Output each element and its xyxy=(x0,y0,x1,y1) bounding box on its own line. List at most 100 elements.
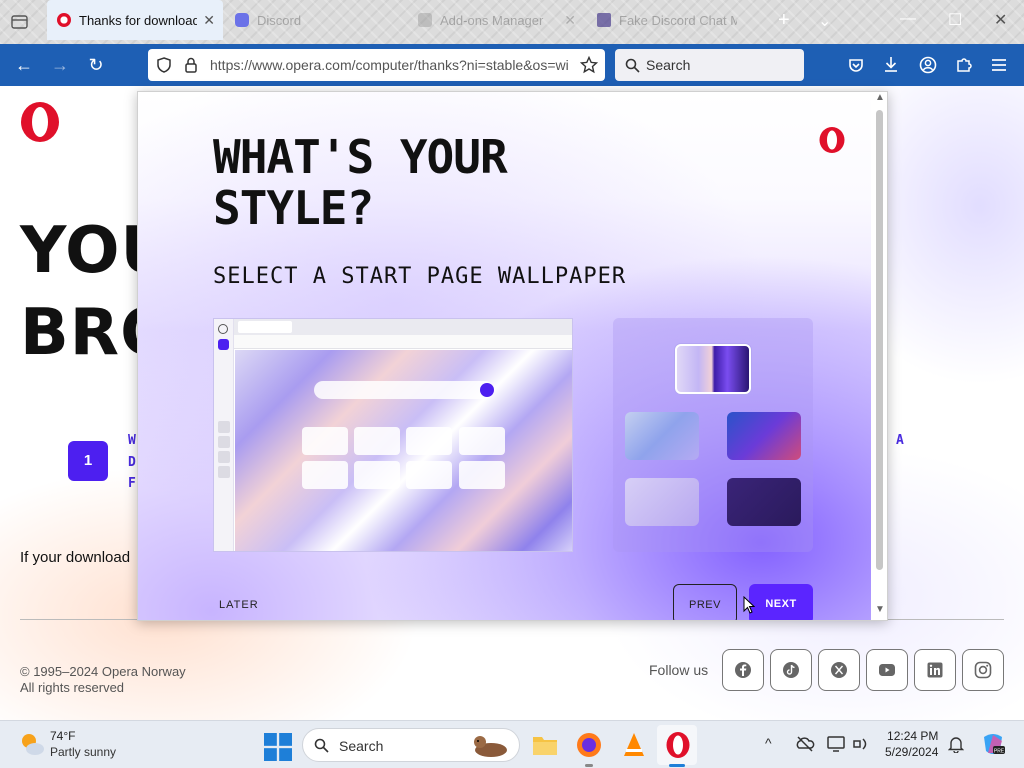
preview-search-dot xyxy=(480,383,494,397)
address-bar[interactable]: https://www.opera.com/computer/thanks?ni… xyxy=(148,49,605,81)
otter-search-highlight-icon xyxy=(474,736,507,757)
wallpaper-option-3[interactable] xyxy=(727,412,801,460)
tab-thanks[interactable]: Thanks for downloading ✕ xyxy=(47,0,223,40)
copyright: © 1995–2024 Opera Norway All rights rese… xyxy=(20,664,186,696)
new-tab-icon[interactable]: + xyxy=(778,9,790,32)
preview-sidebar-icon xyxy=(218,451,230,463)
facebook-icon[interactable] xyxy=(722,649,764,691)
opera-logo-icon[interactable] xyxy=(19,101,61,143)
taskbar-search-placeholder: Search xyxy=(339,738,384,754)
active-app-indicator xyxy=(669,764,685,767)
later-button[interactable]: LATER xyxy=(219,599,259,611)
copilot-icon[interactable]: PRE xyxy=(980,731,1006,757)
windows-taskbar: 74°F Partly sunny Search ^ 12:24 PM 5/29… xyxy=(0,720,1024,768)
clock-time: 12:24 PM xyxy=(887,729,939,743)
step-text: D xyxy=(128,455,136,470)
prev-button[interactable]: PREV xyxy=(673,584,737,620)
preview-addressbar xyxy=(234,335,572,349)
extensions-icon[interactable] xyxy=(955,56,972,73)
preview-speeddial xyxy=(406,461,452,489)
tab-title: Discord xyxy=(257,12,302,28)
lock-icon[interactable] xyxy=(184,56,198,74)
instagram-icon[interactable] xyxy=(962,649,1004,691)
weather-temp[interactable]: 74°F xyxy=(50,729,75,743)
preview-search xyxy=(314,381,494,399)
puzzle-favicon-icon xyxy=(418,13,432,27)
wallpaper-preview xyxy=(213,318,573,552)
wallpaper-option-1[interactable] xyxy=(675,344,751,394)
window-close-icon[interactable]: ✕ xyxy=(994,10,1007,30)
tab-title: Add-ons Manager xyxy=(440,12,544,28)
preview-sidebar-icon xyxy=(218,421,230,433)
youtube-icon[interactable] xyxy=(866,649,908,691)
scroll-up-icon[interactable]: ▲ xyxy=(875,92,885,103)
preview-speeddial xyxy=(302,427,348,455)
firefox-icon[interactable] xyxy=(575,731,603,759)
windows-start-icon[interactable] xyxy=(264,733,292,761)
onedrive-offline-icon[interactable] xyxy=(795,736,815,752)
tab-addons[interactable]: Add-ons Manager ✕ xyxy=(408,0,584,40)
reload-icon[interactable]: ↻ xyxy=(84,53,108,77)
forward-arrow-icon[interactable]: → xyxy=(48,53,72,77)
step-text: W xyxy=(128,433,136,448)
dialog-scrollbar[interactable]: ▲ ▼ xyxy=(871,92,887,620)
screen: Thanks for downloading ✕ Discord Add-ons… xyxy=(0,0,1024,768)
back-arrow-icon[interactable]: ← xyxy=(12,53,36,77)
browser-search-input[interactable]: Search xyxy=(615,49,804,81)
account-icon[interactable] xyxy=(919,56,937,74)
chevron-up-icon[interactable]: ^ xyxy=(765,735,772,751)
search-placeholder: Search xyxy=(646,57,691,73)
display-icon[interactable] xyxy=(827,736,845,752)
close-tab-icon[interactable]: ✕ xyxy=(203,12,215,29)
copyright-line2: All rights reserved xyxy=(20,680,125,695)
opera-icon[interactable] xyxy=(664,731,692,759)
url-text[interactable]: https://www.opera.com/computer/thanks?ni… xyxy=(210,57,570,73)
x-icon[interactable] xyxy=(818,649,860,691)
preview-sidebar-icon xyxy=(218,339,229,350)
preview-logo-icon xyxy=(218,324,228,334)
taskbar-search-input[interactable]: Search xyxy=(302,728,520,762)
network-volume-icon[interactable] xyxy=(853,736,871,752)
preview-speeddial xyxy=(354,427,400,455)
copyright-line1: © 1995–2024 Opera Norway xyxy=(20,664,186,679)
menu-hamburger-icon[interactable] xyxy=(991,58,1007,72)
minimize-icon[interactable]: — xyxy=(900,10,916,28)
tab-fake-discord[interactable]: Fake Discord Chat M xyxy=(587,0,763,40)
system-clock[interactable]: 12:24 PM 5/29/2024 xyxy=(885,728,938,760)
mouse-cursor-icon xyxy=(743,596,755,614)
scrollbar-thumb[interactable] xyxy=(876,110,883,570)
dialog-subtitle: SELECT A START PAGE WALLPAPER xyxy=(213,264,627,289)
svg-text:PRE: PRE xyxy=(994,749,1005,755)
download-icon[interactable] xyxy=(883,56,899,73)
tab-overview-icon[interactable] xyxy=(11,14,28,29)
chevron-down-icon[interactable]: ⌄ xyxy=(818,11,831,31)
wallpaper-option-2[interactable] xyxy=(625,412,699,460)
step-text: F xyxy=(128,476,136,491)
tab-title: Fake Discord Chat M xyxy=(619,12,737,28)
tab-discord[interactable]: Discord xyxy=(225,0,401,40)
star-bookmark-icon[interactable] xyxy=(580,56,598,74)
vlc-icon[interactable] xyxy=(620,731,648,759)
weather-desc[interactable]: Partly sunny xyxy=(50,745,116,759)
next-button[interactable]: NEXT xyxy=(749,584,813,620)
search-icon xyxy=(625,58,640,73)
file-explorer-icon[interactable] xyxy=(531,731,559,759)
preview-speeddial xyxy=(354,461,400,489)
pocket-icon[interactable] xyxy=(848,57,864,73)
search-icon xyxy=(314,738,329,753)
wallpaper-option-5[interactable] xyxy=(727,478,801,526)
linkedin-icon[interactable] xyxy=(914,649,956,691)
preview-speeddial xyxy=(459,427,505,455)
weather-sun-cloud-icon[interactable] xyxy=(18,730,46,758)
notification-bell-icon[interactable] xyxy=(948,736,964,753)
discord-favicon-icon xyxy=(235,13,249,27)
shield-icon[interactable] xyxy=(156,57,172,73)
wallpaper-option-4[interactable] xyxy=(625,478,699,526)
preview-speeddial xyxy=(406,427,452,455)
tiktok-icon[interactable] xyxy=(770,649,812,691)
close-tab-icon[interactable]: ✕ xyxy=(564,12,576,29)
active-app-indicator xyxy=(585,764,593,767)
scroll-down-icon[interactable]: ▼ xyxy=(875,604,885,615)
tab-strip: Thanks for downloading ✕ Discord Add-ons… xyxy=(0,0,1024,44)
maximize-icon[interactable]: ☐ xyxy=(948,10,962,30)
